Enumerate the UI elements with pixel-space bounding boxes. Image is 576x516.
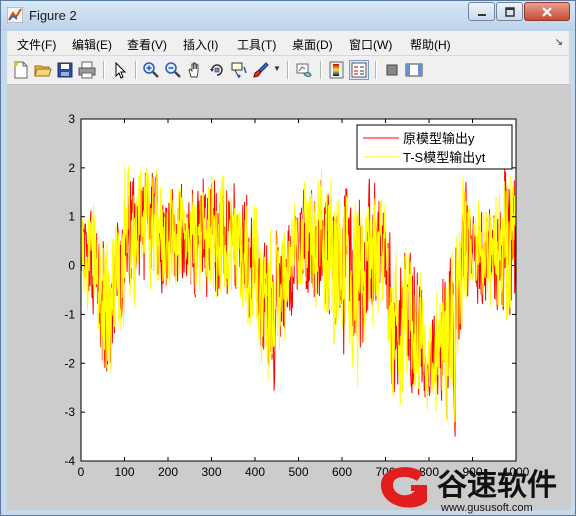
save-icon[interactable] <box>56 61 74 79</box>
zoom-in-icon[interactable] <box>142 61 160 79</box>
minimize-button[interactable] <box>468 2 495 21</box>
window-title: Figure 2 <box>29 8 77 23</box>
insert-legend-icon[interactable] <box>349 60 369 80</box>
rotate-3d-icon[interactable] <box>208 61 226 79</box>
toolbar-separator <box>320 61 322 79</box>
toolbar-separator <box>135 61 137 79</box>
show-plot-tools-icon[interactable] <box>405 61 423 79</box>
link-plot-icon[interactable] <box>295 61 313 79</box>
figure-canvas: 0 100 200 300 400 500 600 700 800 900 1000 3 2 1 0 -1 -2… <box>7 85 571 510</box>
menu-view[interactable]: 查看(V) <box>127 36 167 53</box>
new-figure-icon[interactable] <box>12 61 30 79</box>
brush-icon[interactable] <box>252 61 270 79</box>
menu-desktop[interactable]: 桌面(D) <box>292 36 333 53</box>
maximize-icon <box>504 6 515 17</box>
legend-label: T-S模型输出yt <box>403 150 486 165</box>
print-icon[interactable] <box>78 61 96 79</box>
title-bar[interactable]: Figure 2 <box>1 1 575 31</box>
minimize-icon <box>477 13 486 16</box>
watermark-brand: 谷速软件 <box>437 469 557 502</box>
menu-insert[interactable]: 插入(I) <box>183 36 218 53</box>
menu-edit[interactable]: 编辑(E) <box>72 36 112 53</box>
x-tick-label: 100 <box>114 465 134 479</box>
x-tick-label: 500 <box>288 465 308 479</box>
y-tick-label: -1 <box>64 307 75 321</box>
toolbar-separator <box>103 61 105 79</box>
menu-window[interactable]: 窗口(W) <box>349 36 392 53</box>
open-file-icon[interactable] <box>34 61 52 79</box>
y-tick-label: -4 <box>64 454 75 468</box>
watermark-url: www.gususoft.com <box>440 502 533 514</box>
maximize-button[interactable] <box>496 2 523 21</box>
figure-window: Figure 2 文件(F) 编辑(E) 查看(V) 插入(I) 工具(T) 桌… <box>0 0 576 516</box>
gususoft-watermark-logo: 谷速软件 www.gususoft.com <box>381 467 557 514</box>
zoom-out-icon[interactable] <box>164 61 182 79</box>
matlab-figure-icon <box>7 7 23 23</box>
insert-colorbar-icon[interactable] <box>328 61 346 79</box>
toolbar-separator <box>287 61 289 79</box>
menu-tools[interactable]: 工具(T) <box>237 36 276 53</box>
legend-label: 原模型输出y <box>403 131 475 146</box>
pan-hand-icon[interactable] <box>186 61 204 79</box>
brush-dropdown-icon[interactable]: ▼ <box>273 64 281 73</box>
edit-plot-arrow-icon[interactable] <box>111 61 129 79</box>
x-tick-label: 0 <box>78 465 85 479</box>
y-tick-label: 3 <box>68 112 75 126</box>
menu-help[interactable]: 帮助(H) <box>410 36 451 53</box>
menu-file[interactable]: 文件(F) <box>17 36 56 53</box>
dock-arrow-icon[interactable]: ↘ <box>555 37 563 48</box>
plot-svg: 0 100 200 300 400 500 600 700 800 900 10003210-1-2… <box>64 112 529 479</box>
y-tick-label: -2 <box>64 356 75 370</box>
x-tick-label: 600 <box>332 465 352 479</box>
x-tick-label: 400 <box>245 465 265 479</box>
y-tick-label: -3 <box>64 405 75 419</box>
menu-bar: 文件(F) 编辑(E) 查看(V) 插入(I) 工具(T) 桌面(D) 窗口(W… <box>7 31 569 56</box>
y-tick-label: 0 <box>68 259 75 273</box>
x-tick-label: 200 <box>158 465 178 479</box>
y-tick-label: 1 <box>68 210 75 224</box>
x-tick-label: 300 <box>201 465 221 479</box>
y-tick-label: 2 <box>68 161 75 175</box>
toolbar-separator <box>375 61 377 79</box>
hide-plot-tools-icon[interactable] <box>383 61 401 79</box>
close-icon <box>542 6 552 17</box>
figure-toolbar: ▼ <box>7 56 569 85</box>
data-cursor-icon[interactable] <box>230 61 248 79</box>
close-button[interactable] <box>524 2 570 21</box>
